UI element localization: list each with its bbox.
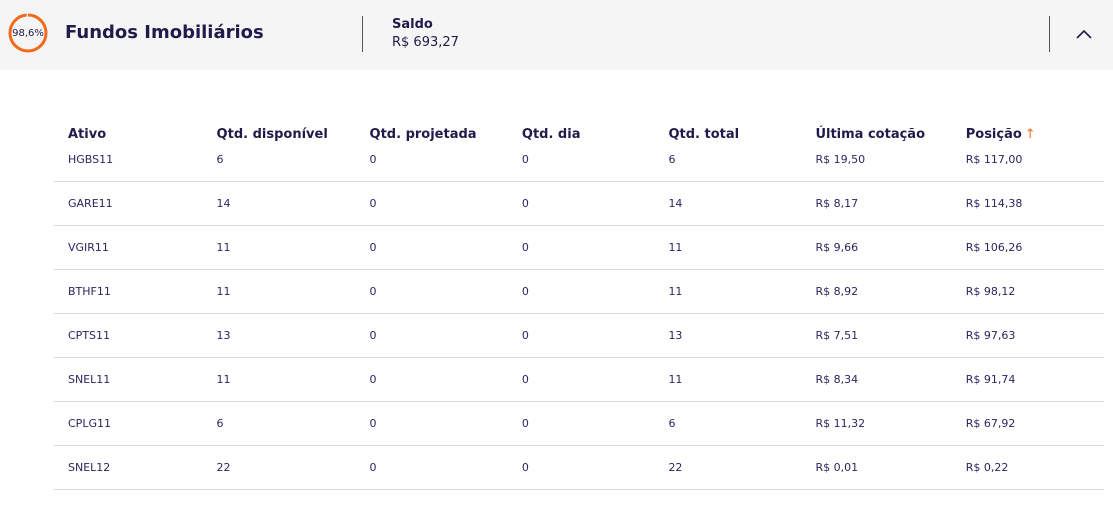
cell-ultima-cotacao: R$ 7,51 <box>801 313 952 358</box>
cell-qtd-projetada: 0 <box>355 401 508 446</box>
table-row[interactable]: SNEL11 11 0 0 11 R$ 8,34 R$ 91,74 <box>54 357 1104 402</box>
cell-qtd-dia: 0 <box>507 357 655 402</box>
positions-table: Ativo Qtd. disponível Qtd. projetada Qtd… <box>54 116 1104 490</box>
table-row[interactable]: SNEL12 22 0 0 22 R$ 0,01 R$ 0,22 <box>54 445 1104 490</box>
cell-ativo: VGIR11 <box>54 225 203 270</box>
cell-qtd-projetada: 0 <box>355 313 508 358</box>
cell-qtd-projetada: 0 <box>355 225 508 270</box>
cell-qtd-disponivel: 11 <box>202 357 356 402</box>
table-row[interactable]: CPLG11 6 0 0 6 R$ 11,32 R$ 67,92 <box>54 401 1104 446</box>
cell-posicao: R$ 106,26 <box>951 225 1104 270</box>
cell-qtd-projetada: 0 <box>355 153 508 182</box>
table-row[interactable]: BTHF11 11 0 0 11 R$ 8,92 R$ 98,12 <box>54 269 1104 314</box>
column-header-qtd-projetada[interactable]: Qtd. projetada <box>356 116 508 153</box>
column-header-qtd-disponivel[interactable]: Qtd. disponível <box>203 116 356 153</box>
cell-qtd-total: 6 <box>654 401 802 446</box>
cell-ativo: BTHF11 <box>54 269 203 314</box>
column-header-ativo[interactable]: Ativo <box>54 116 203 153</box>
table-row[interactable]: GARE11 14 0 0 14 R$ 8,17 R$ 114,38 <box>54 181 1104 226</box>
cell-qtd-disponivel: 11 <box>202 225 356 270</box>
cell-qtd-projetada: 0 <box>355 445 508 490</box>
cell-ultima-cotacao: R$ 8,92 <box>801 269 952 314</box>
cell-qtd-total: 11 <box>654 225 802 270</box>
header-divider <box>362 16 363 52</box>
cell-qtd-dia: 0 <box>507 445 655 490</box>
cell-qtd-total: 22 <box>654 445 802 490</box>
cell-ultima-cotacao: R$ 8,17 <box>801 181 952 226</box>
cell-qtd-projetada: 0 <box>355 357 508 402</box>
cell-qtd-disponivel: 6 <box>202 401 356 446</box>
table-row[interactable]: CPTS11 13 0 0 13 R$ 7,51 R$ 97,63 <box>54 313 1104 358</box>
cell-ativo: HGBS11 <box>54 153 203 182</box>
cell-qtd-total: 11 <box>654 269 802 314</box>
header-divider-right <box>1049 16 1050 52</box>
cell-qtd-total: 14 <box>654 181 802 226</box>
cell-posicao: R$ 114,38 <box>951 181 1104 226</box>
cell-posicao: R$ 67,92 <box>951 401 1104 446</box>
cell-qtd-dia: 0 <box>507 181 655 226</box>
cell-posicao: R$ 91,74 <box>951 357 1104 402</box>
cell-qtd-dia: 0 <box>507 225 655 270</box>
column-header-qtd-total[interactable]: Qtd. total <box>654 116 801 153</box>
section-title: Fundos Imobiliários <box>65 22 264 43</box>
cell-ativo: SNEL12 <box>54 445 203 490</box>
cell-ultima-cotacao: R$ 8,34 <box>801 357 952 402</box>
cell-qtd-projetada: 0 <box>355 269 508 314</box>
collapse-button[interactable] <box>1072 22 1096 46</box>
cell-qtd-dia: 0 <box>507 269 655 314</box>
cell-ativo: GARE11 <box>54 181 203 226</box>
cell-ultima-cotacao: R$ 0,01 <box>801 445 952 490</box>
cell-ativo: CPTS11 <box>54 313 203 358</box>
balance-label: Saldo <box>392 17 433 32</box>
balance-value: R$ 693,27 <box>392 35 459 50</box>
cell-ultima-cotacao: R$ 11,32 <box>801 401 952 446</box>
cell-qtd-dia: 0 <box>507 153 655 182</box>
cell-posicao: R$ 97,63 <box>951 313 1104 358</box>
cell-qtd-disponivel: 22 <box>202 445 356 490</box>
cell-posicao: R$ 117,00 <box>951 153 1104 182</box>
cell-qtd-dia: 0 <box>507 313 655 358</box>
column-header-posicao[interactable]: Posição ↑ <box>952 116 1104 153</box>
column-header-posicao-label: Posição <box>965 127 1022 142</box>
cell-ultima-cotacao: R$ 19,50 <box>801 153 952 182</box>
cell-ultima-cotacao: R$ 9,66 <box>801 225 952 270</box>
cell-qtd-total: 11 <box>654 357 802 402</box>
cell-qtd-disponivel: 13 <box>202 313 356 358</box>
column-header-qtd-dia[interactable]: Qtd. dia <box>508 116 655 153</box>
column-header-ultima-cotacao[interactable]: Última cotação <box>801 116 951 153</box>
cell-qtd-projetada: 0 <box>355 181 508 226</box>
cell-qtd-total: 13 <box>654 313 802 358</box>
cell-qtd-total: 6 <box>654 153 802 182</box>
cell-ativo: CPLG11 <box>54 401 203 446</box>
arrow-up-icon: ↑ <box>1024 127 1036 142</box>
cell-ativo: SNEL11 <box>54 357 203 402</box>
table-row[interactable]: HGBS11 6 0 0 6 R$ 19,50 R$ 117,00 <box>54 153 1104 182</box>
allocation-percent: 98,6% <box>12 27 44 39</box>
chevron-up-icon <box>1076 29 1092 39</box>
cell-qtd-disponivel: 11 <box>202 269 356 314</box>
cell-qtd-disponivel: 6 <box>202 153 356 182</box>
table-header-row: Ativo Qtd. disponível Qtd. projetada Qtd… <box>54 116 1104 153</box>
cell-posicao: R$ 0,22 <box>951 445 1104 490</box>
allocation-ring: 98,6% <box>8 13 48 53</box>
table-row[interactable]: VGIR11 11 0 0 11 R$ 9,66 R$ 106,26 <box>54 225 1104 270</box>
cell-qtd-disponivel: 14 <box>202 181 356 226</box>
cell-posicao: R$ 98,12 <box>951 269 1104 314</box>
cell-qtd-dia: 0 <box>507 401 655 446</box>
section-header: 98,6% Fundos Imobiliários Saldo R$ 693,2… <box>0 0 1113 70</box>
